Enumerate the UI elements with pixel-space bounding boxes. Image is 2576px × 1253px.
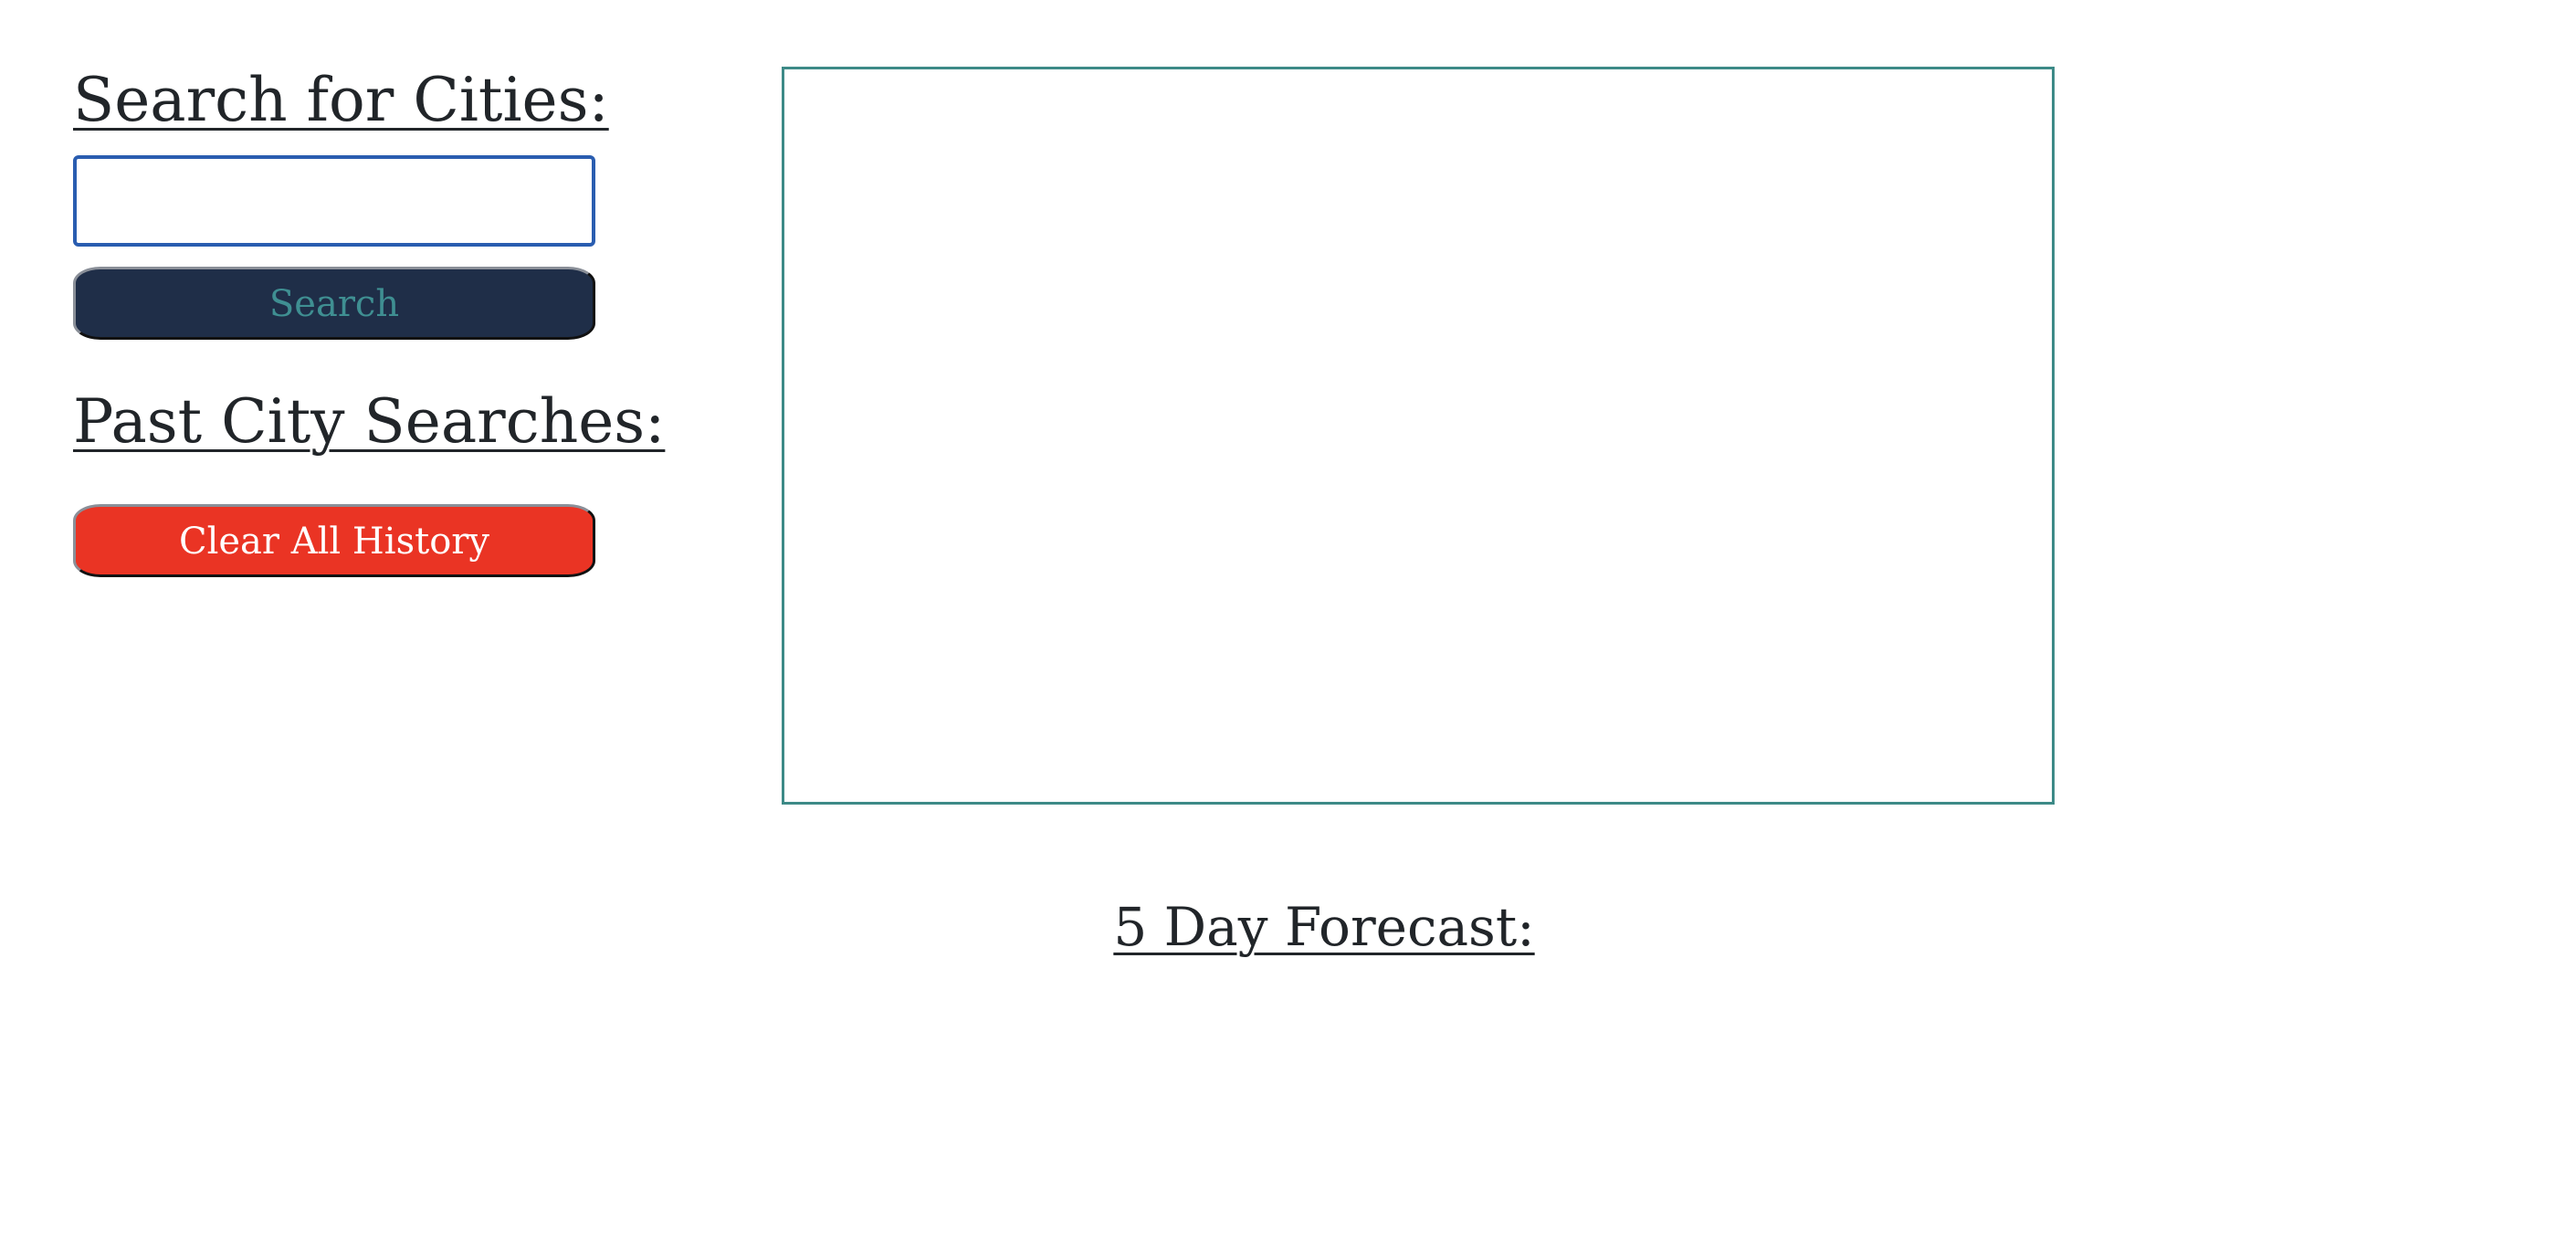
forecast-heading: 5 Day Forecast: bbox=[1113, 896, 1535, 958]
search-button[interactable]: Search bbox=[73, 267, 595, 340]
sidebar: Search for Cities: Search Past City Sear… bbox=[73, 55, 666, 577]
city-search-input[interactable] bbox=[73, 155, 595, 247]
clear-history-button[interactable]: Clear All History bbox=[73, 504, 595, 577]
search-heading: Search for Cities: bbox=[73, 65, 609, 135]
current-weather-panel bbox=[782, 67, 2055, 805]
past-searches-heading: Past City Searches: bbox=[73, 386, 666, 457]
